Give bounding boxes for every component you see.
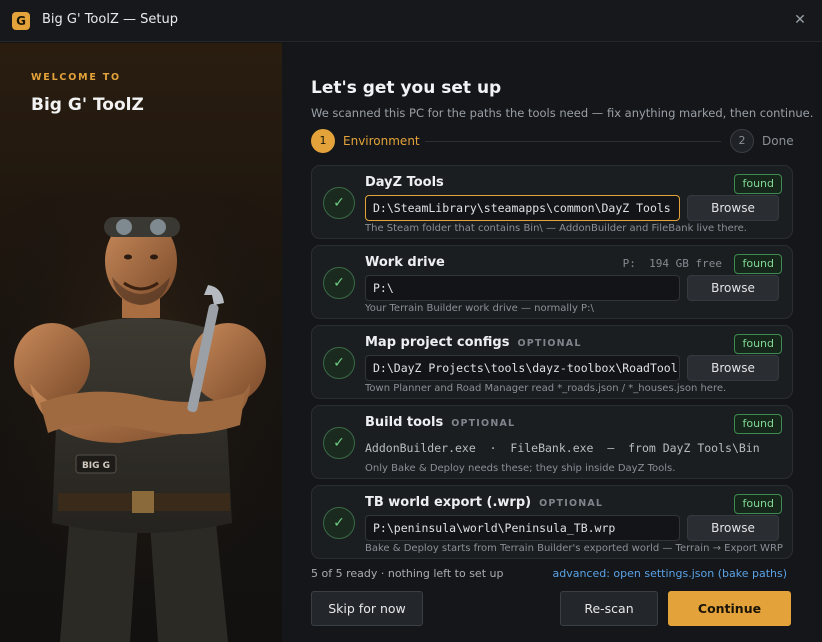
- optional-tag: OPTIONAL: [517, 338, 582, 349]
- card-title: Work drive: [365, 255, 445, 270]
- welcome-panel: WELCOME TO Big G' ToolZ BIG G: [0, 43, 282, 642]
- stepper: 1 Environment 2 Done: [311, 129, 794, 153]
- status-badge: found: [734, 334, 782, 354]
- stepper-connector: [425, 141, 721, 142]
- optional-tag: OPTIONAL: [451, 418, 516, 429]
- continue-button[interactable]: Continue: [668, 591, 791, 626]
- drive-free-space: P: 194 GB free: [622, 257, 722, 270]
- card-dayz-tools: ✓ DayZ Tools found D:\SteamLibrary\steam…: [311, 165, 793, 239]
- browse-button[interactable]: Browse: [687, 195, 779, 221]
- build-tools-info: AddonBuilder.exe · FileBank.exe — from D…: [365, 441, 760, 455]
- step-2-indicator: 2: [730, 129, 754, 153]
- card-hint: Bake & Deploy starts from Terrain Builde…: [365, 543, 783, 554]
- close-icon[interactable]: ✕: [792, 12, 808, 28]
- welcome-title: Big G' ToolZ: [31, 95, 144, 115]
- skip-button[interactable]: Skip for now: [311, 591, 423, 626]
- card-hint: Town Planner and Road Manager read *_roa…: [365, 383, 727, 394]
- card-title: Build tools OPTIONAL: [365, 415, 516, 430]
- step-2-label: Done: [762, 134, 794, 148]
- browse-button[interactable]: Browse: [687, 355, 779, 381]
- page-title: Let's get you set up: [311, 78, 502, 98]
- check-icon: ✓: [323, 427, 355, 459]
- optional-tag: OPTIONAL: [539, 498, 604, 509]
- wrp-path-input[interactable]: P:\peninsula\world\Peninsula_TB.wrp: [365, 515, 680, 541]
- browse-button[interactable]: Browse: [687, 515, 779, 541]
- rescan-button[interactable]: Re-scan: [560, 591, 658, 626]
- advanced-settings-link[interactable]: advanced: open settings.json (bake paths…: [552, 567, 787, 580]
- card-build-tools: ✓ Build tools OPTIONAL found AddonBuilder…: [311, 405, 793, 479]
- page-subtitle: We scanned this PC for the paths the too…: [311, 106, 814, 120]
- app-logo-icon: G: [12, 12, 30, 30]
- work-drive-path-input[interactable]: P:\: [365, 275, 680, 301]
- card-title: Map project configs OPTIONAL: [365, 335, 582, 350]
- status-badge: found: [734, 174, 782, 194]
- card-tb-world-export: ✓ TB world export (.wrp) OPTIONAL found P…: [311, 485, 793, 559]
- map-configs-path-input[interactable]: D:\DayZ Projects\tools\dayz-toolbox\Road…: [365, 355, 680, 381]
- welcome-kicker: WELCOME TO: [31, 72, 121, 83]
- card-hint: Only Bake & Deploy needs these; they shi…: [365, 463, 676, 474]
- card-map-project-configs: ✓ Map project configs OPTIONAL found D:\D…: [311, 325, 793, 399]
- step-1-indicator: 1: [311, 129, 335, 153]
- status-badge: found: [734, 414, 782, 434]
- card-hint: Your Terrain Builder work drive — normal…: [365, 303, 594, 314]
- check-icon: ✓: [323, 187, 355, 219]
- check-icon: ✓: [323, 507, 355, 539]
- card-work-drive: ✓ Work drive P: 194 GB free found P:\ Br…: [311, 245, 793, 319]
- mascot-shirt-text: BIG G: [82, 461, 110, 471]
- status-badge: found: [734, 494, 782, 514]
- dayz-tools-path-input[interactable]: D:\SteamLibrary\steamapps\common\DayZ To…: [365, 195, 680, 221]
- title-bar: G Big G' ToolZ — Setup ✕: [0, 0, 822, 42]
- card-hint: The Steam folder that contains Bin\ — Ad…: [365, 223, 747, 234]
- step-1-label: Environment: [343, 134, 420, 148]
- window-title: Big G' ToolZ — Setup: [42, 12, 178, 27]
- mascot-illustration: BIG G: [0, 193, 282, 642]
- card-title: DayZ Tools: [365, 175, 444, 190]
- readiness-status: 5 of 5 ready · nothing left to set up: [311, 567, 504, 580]
- check-icon: ✓: [323, 347, 355, 379]
- setup-main: Let's get you set up We scanned this PC …: [282, 43, 822, 642]
- card-title: TB world export (.wrp) OPTIONAL: [365, 495, 604, 510]
- check-icon: ✓: [323, 267, 355, 299]
- browse-button[interactable]: Browse: [687, 275, 779, 301]
- status-badge: found: [734, 254, 782, 274]
